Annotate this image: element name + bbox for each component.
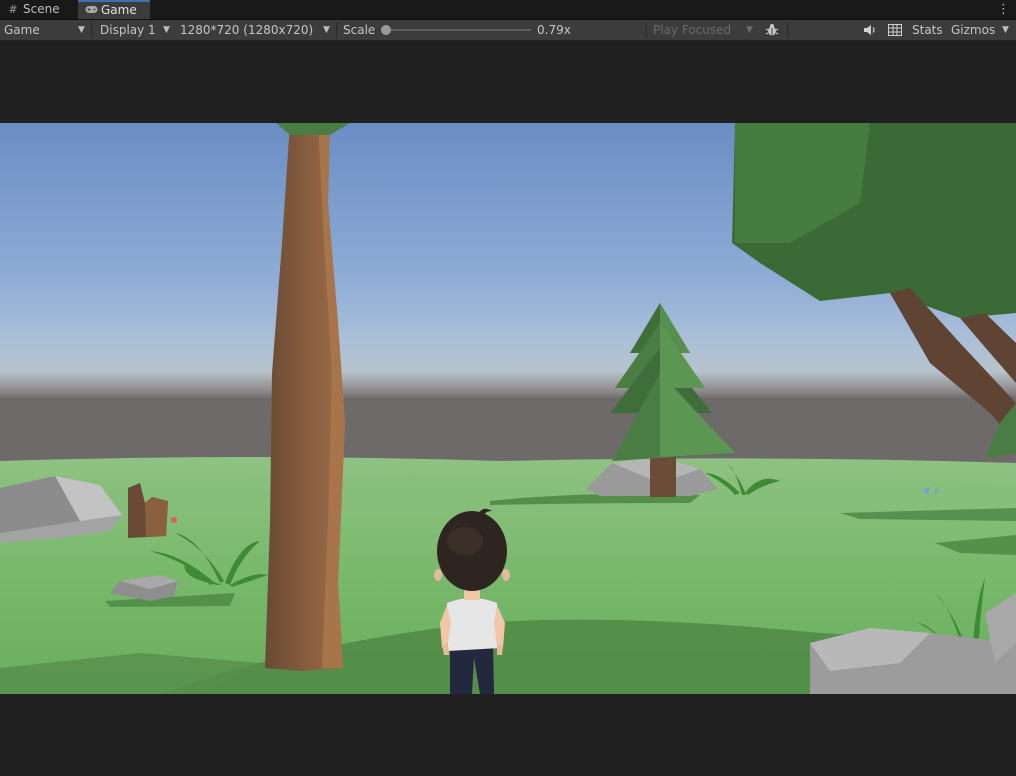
gizmos-dropdown[interactable]: Gizmos bbox=[951, 20, 995, 40]
letterbox-bottom bbox=[0, 694, 1016, 776]
scale-slider-handle[interactable] bbox=[381, 25, 391, 35]
tab-game-label: Game bbox=[101, 3, 137, 17]
play-focused-dropdown[interactable]: Play Focused bbox=[653, 20, 731, 40]
resolution-dropdown[interactable]: 1280*720 (1280x720) bbox=[180, 20, 313, 40]
editor-tab-bar: # Scene Game ⋮ bbox=[0, 0, 1016, 20]
letterbox-top bbox=[0, 41, 1016, 123]
tab-scene-label: Scene bbox=[23, 2, 60, 16]
scale-slider-track[interactable] bbox=[386, 29, 531, 31]
divider bbox=[787, 22, 788, 38]
game-view-toolbar: Game ▼ Display 1 ▼ 1280*720 (1280x720) ▼… bbox=[0, 20, 1016, 41]
grid-toggle-icon[interactable] bbox=[884, 20, 906, 40]
chevron-down-icon: ▼ bbox=[163, 25, 170, 35]
divider bbox=[336, 22, 337, 38]
divider bbox=[646, 22, 647, 38]
gamepad-icon bbox=[84, 2, 98, 19]
tab-game[interactable]: Game bbox=[78, 0, 150, 19]
game-viewport[interactable] bbox=[0, 123, 1016, 694]
stats-button[interactable]: Stats bbox=[912, 20, 943, 40]
bug-icon[interactable] bbox=[762, 20, 782, 40]
speaker-icon[interactable] bbox=[859, 20, 881, 40]
chevron-down-icon: ▼ bbox=[323, 25, 330, 35]
scale-value: 0.79x bbox=[537, 23, 571, 37]
grid-icon: # bbox=[8, 3, 18, 16]
chevron-down-icon: ▼ bbox=[1002, 25, 1009, 35]
scale-label: Scale bbox=[343, 23, 376, 37]
chevron-down-icon: ▼ bbox=[78, 25, 85, 35]
chevron-down-icon: ▼ bbox=[746, 25, 753, 35]
display-dropdown[interactable]: Display 1 bbox=[100, 20, 156, 40]
kebab-menu-icon[interactable]: ⋮ bbox=[997, 0, 1010, 19]
tab-scene[interactable]: # Scene bbox=[0, 0, 78, 19]
mode-dropdown[interactable]: Game bbox=[4, 20, 40, 40]
divider bbox=[91, 22, 92, 38]
